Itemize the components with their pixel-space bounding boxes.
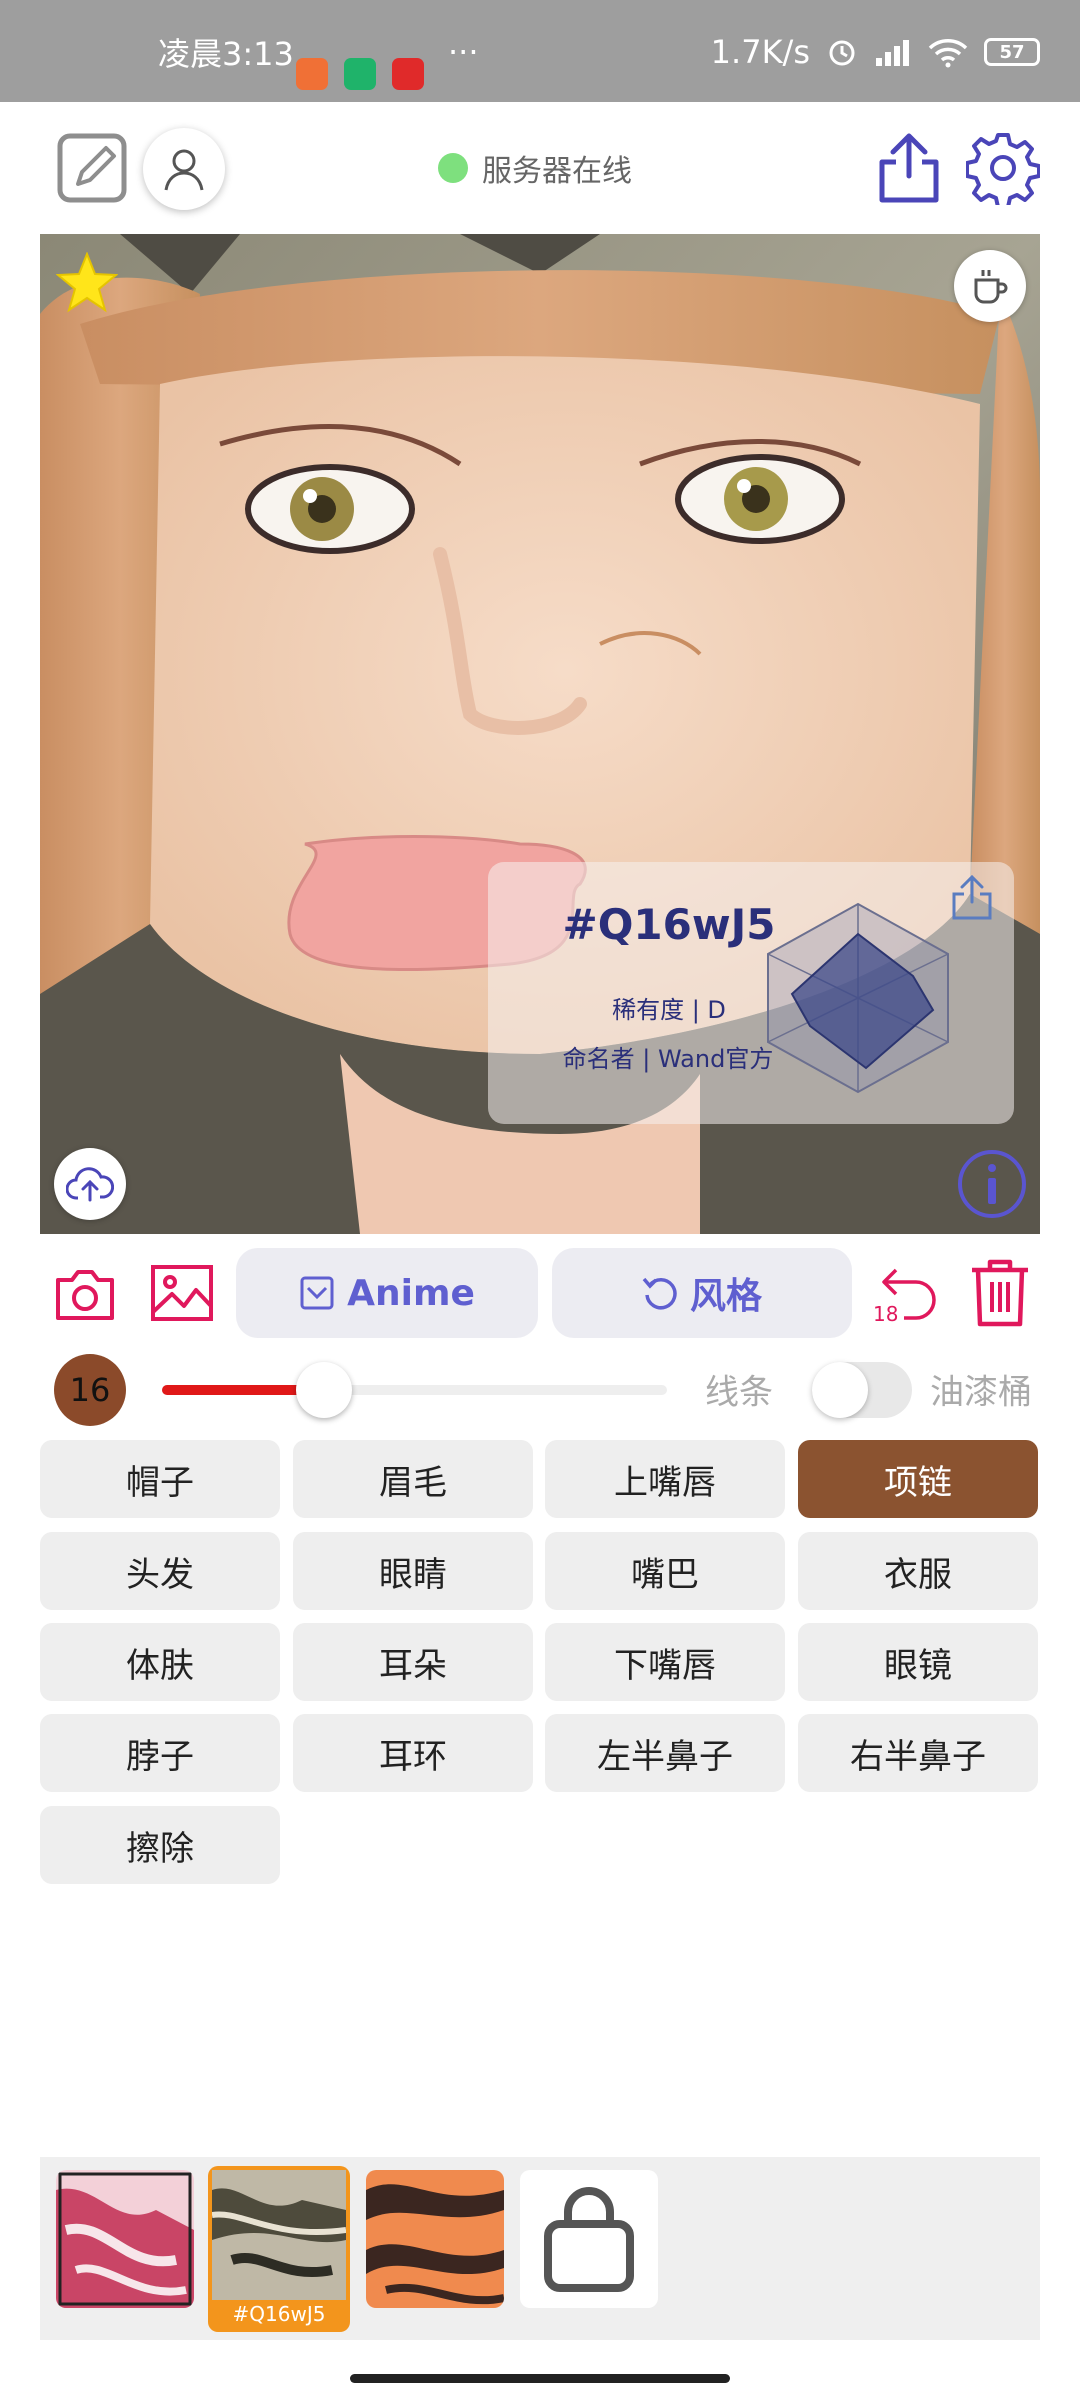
orange-stripes-image [366,2170,504,2308]
history-thumbnail[interactable] [56,2170,194,2308]
history-thumbnail[interactable] [366,2170,504,2308]
home-indicator[interactable] [350,2374,730,2383]
store-button[interactable] [520,2170,658,2308]
gallery-button[interactable] [150,1264,214,1322]
part-button[interactable]: 帽子 [40,1440,280,1518]
share-icon [879,133,939,203]
star-icon [55,251,119,313]
app-notification-icon [296,58,328,90]
checkbox-icon [300,1276,334,1310]
pink-abstract-image [56,2170,194,2308]
part-button[interactable]: 右半鼻子 [798,1714,1038,1792]
part-button[interactable]: 项链 [798,1440,1038,1518]
style-label: 风格 [689,1276,762,1317]
share-button[interactable] [876,132,942,206]
user-icon [164,149,204,191]
camo-abstract-image [212,2170,346,2300]
info-button[interactable] [956,1148,1028,1220]
trash-icon [972,1259,1028,1327]
card-share-button[interactable] [950,874,994,922]
brush-size-badge: 16 [54,1354,126,1426]
server-status: 服务器在线 [438,146,632,190]
part-button[interactable]: 上嘴唇 [545,1440,785,1518]
settings-button[interactable] [965,131,1041,209]
part-button[interactable]: 擦除 [40,1806,280,1884]
delete-button[interactable] [966,1256,1034,1330]
music-app-icon [392,58,424,90]
part-button[interactable]: 眉毛 [293,1440,533,1518]
wifi-icon [928,39,968,68]
style-button[interactable]: 风格 [552,1248,852,1338]
info-icon [958,1150,1026,1218]
profile-button[interactable] [143,128,225,210]
net-speed: 1.7K/s [710,33,810,71]
shopping-bag-icon [544,2187,634,2292]
paint-bucket-label: 油漆桶 [930,1372,1032,1413]
toggle-knob [812,1362,868,1418]
selected-thumbnail-label: #Q16wJ5 [232,2302,326,2326]
part-button[interactable]: 耳环 [293,1714,533,1792]
camera-icon [56,1270,114,1320]
signal-icon [876,40,909,66]
more-notifications-icon: ··· [448,33,479,71]
status-bar: 凌晨3:13 ··· 1.7K/s 57 [0,0,1080,102]
part-button[interactable]: 耳朵 [293,1623,533,1701]
brush-size-slider[interactable] [162,1385,667,1395]
part-button[interactable]: 下嘴唇 [545,1623,785,1701]
coffee-button[interactable] [954,250,1026,322]
part-button[interactable]: 脖子 [40,1714,280,1792]
part-button[interactable]: 左半鼻子 [545,1714,785,1792]
pencil-square-icon [57,133,127,203]
slider-thumb[interactable] [295,1362,352,1418]
upload-button[interactable] [54,1148,126,1220]
part-button[interactable]: 眼睛 [293,1532,533,1610]
alarm-icon [829,40,855,66]
part-button[interactable]: 嘴巴 [545,1532,785,1610]
share-icon [952,874,992,920]
history-thumbnail-selected[interactable]: #Q16wJ5 [208,2166,350,2332]
shield-app-icon [344,58,376,90]
camera-button[interactable] [54,1266,116,1322]
image-icon [151,1265,213,1321]
part-button[interactable]: 体肤 [40,1623,280,1701]
attribute-radar-chart [767,902,949,1094]
refresh-icon [642,1277,677,1310]
coffee-cup-icon [974,270,1008,304]
cloud-upload-icon [66,1167,114,1202]
status-time: 凌晨3:13 [158,35,294,73]
edit-button[interactable] [56,132,128,204]
part-button[interactable]: 眼镜 [798,1623,1038,1701]
anime-mode-button[interactable]: Anime [236,1248,538,1338]
part-button[interactable]: 头发 [40,1532,280,1610]
status-dot-icon [438,153,468,183]
paint-bucket-toggle[interactable] [812,1362,912,1418]
anime-mode-label: Anime [347,1272,475,1314]
line-mode-label: 线条 [705,1372,773,1413]
gear-icon [965,133,1041,209]
result-card: #Q16wJ5 稀有度 | D 命名者 | Wand官方 [488,862,1014,1124]
undo-count: 18 [873,1302,899,1326]
part-button[interactable]: 衣服 [798,1532,1038,1610]
favorite-star-button[interactable] [55,251,119,314]
server-status-label: 服务器在线 [482,154,632,189]
battery-indicator: 57 [984,38,1040,66]
undo-button[interactable]: 18 [870,1262,940,1328]
